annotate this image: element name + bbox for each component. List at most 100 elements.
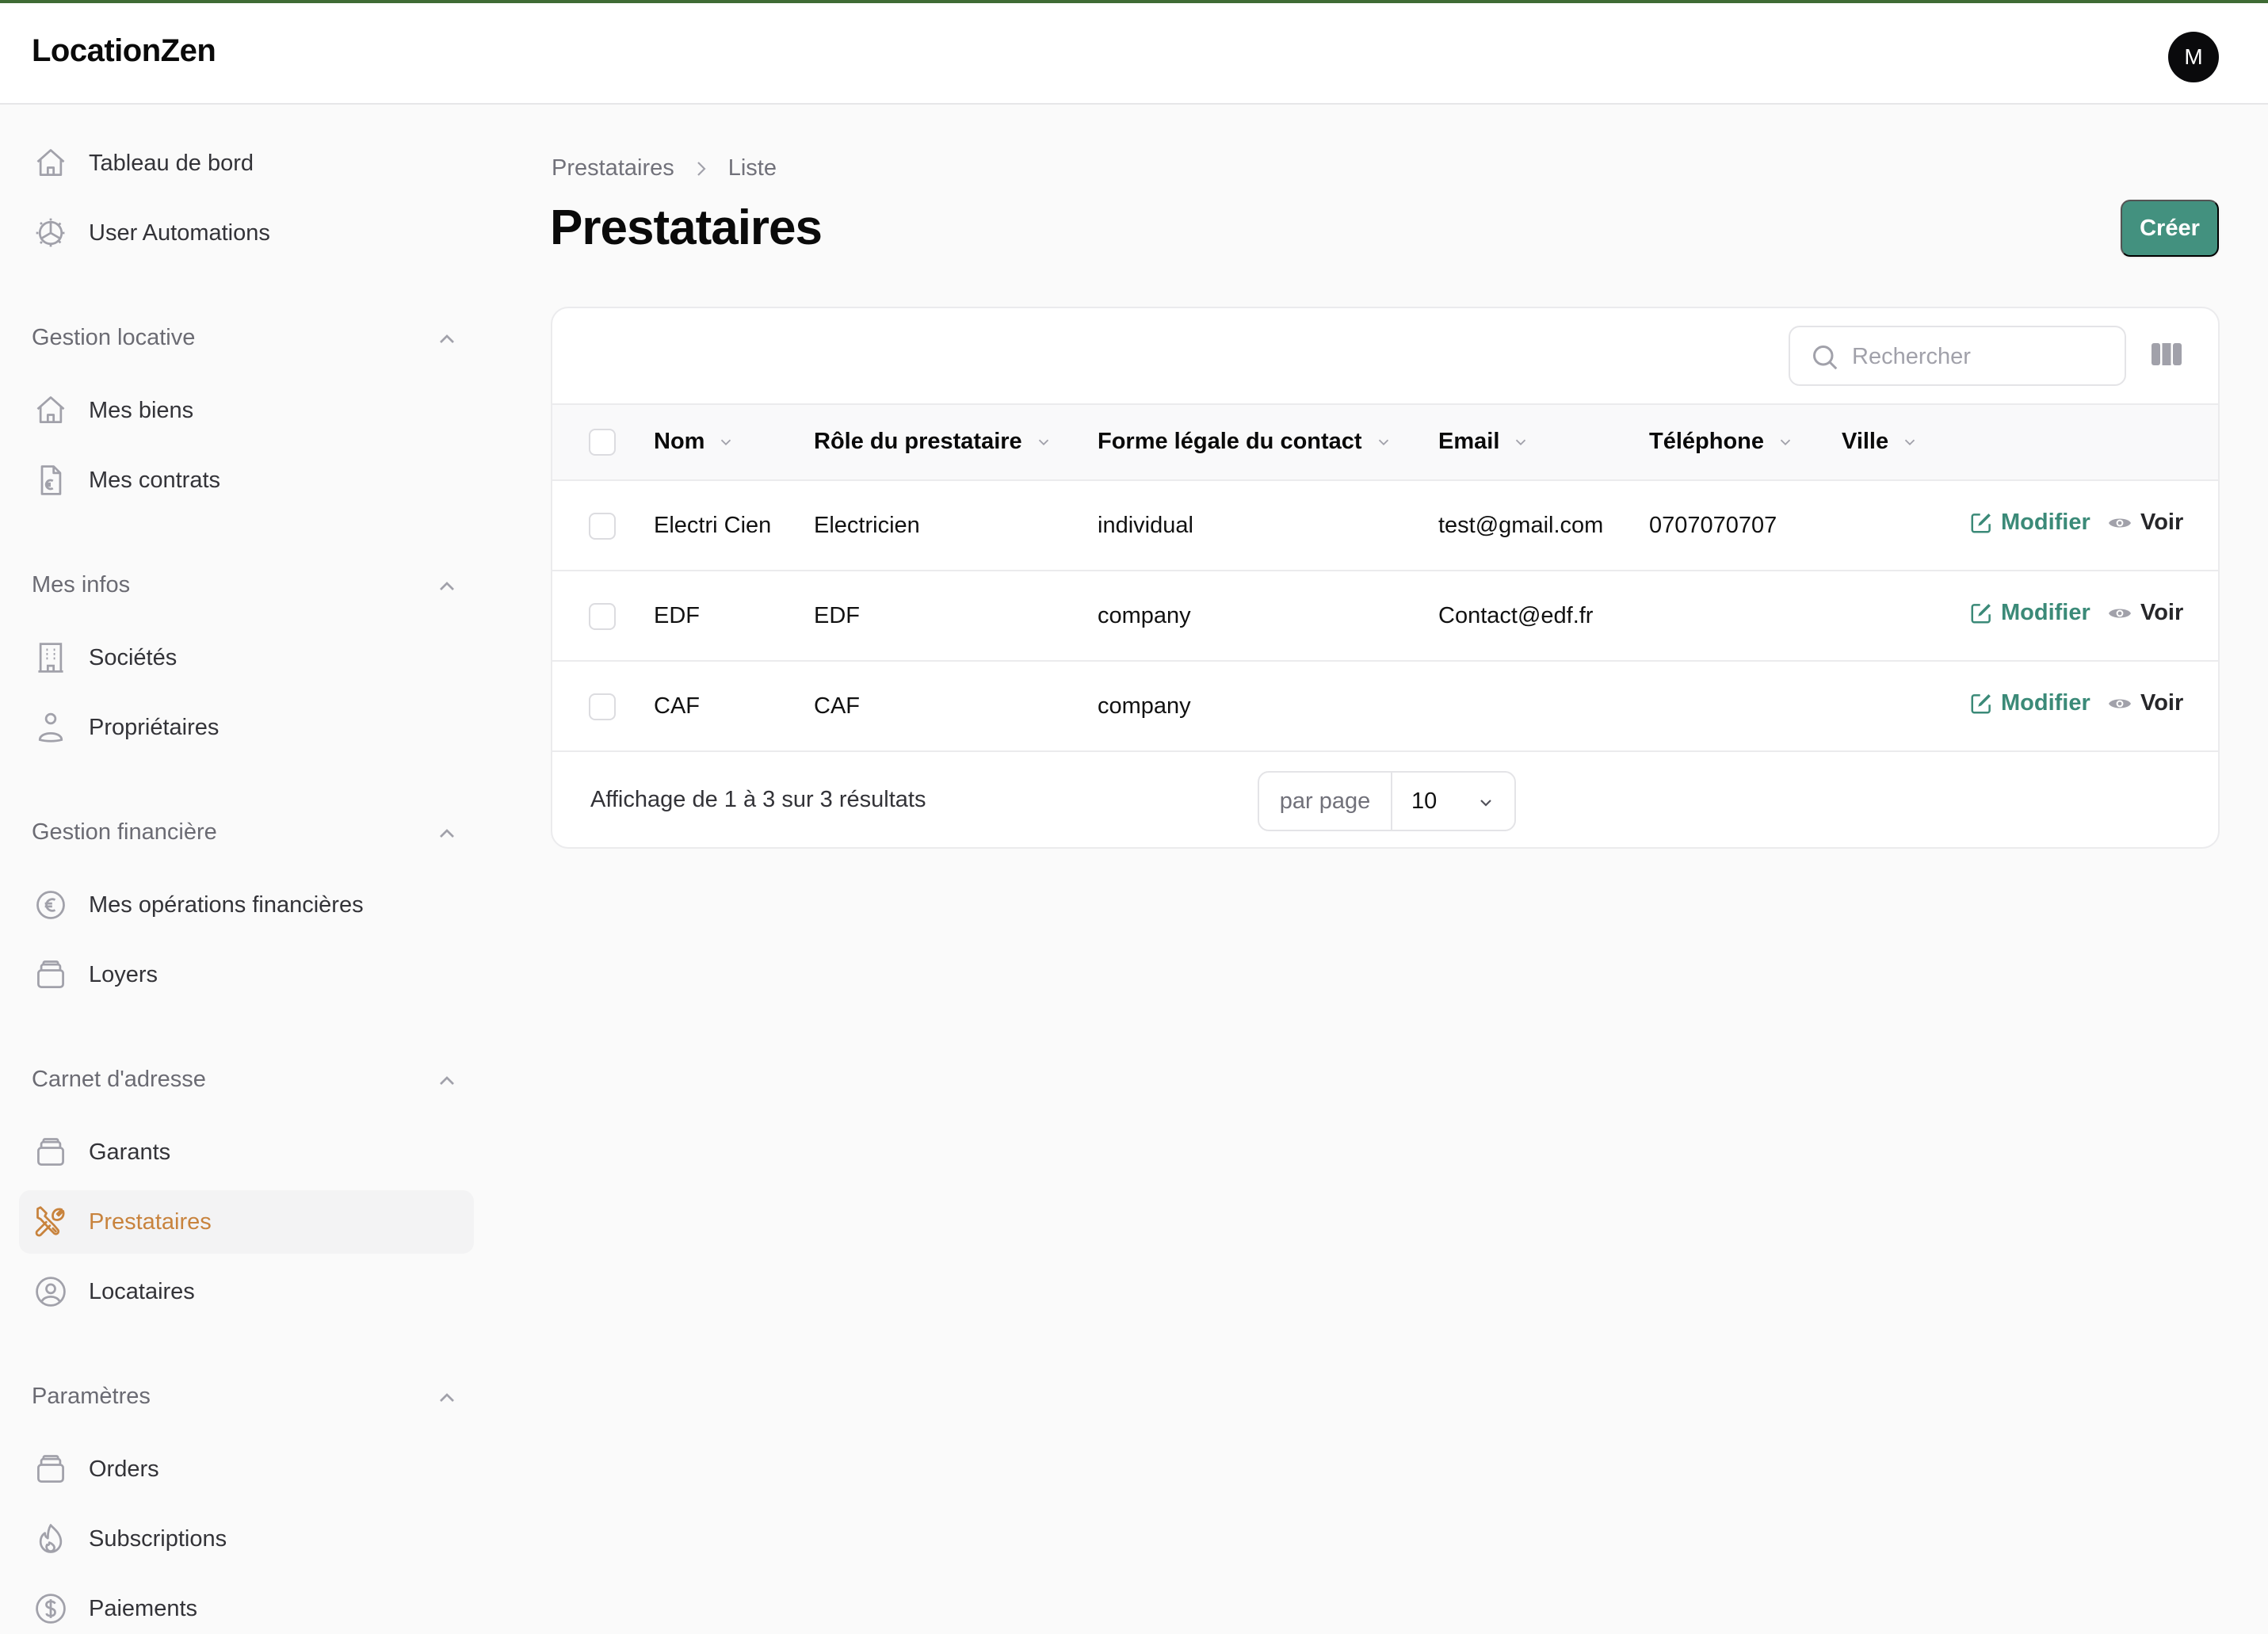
row-checkbox[interactable] [589,603,616,630]
breadcrumb-item-prestataires[interactable]: Prestataires [552,155,674,181]
sidebar-item-mes-operations-financieres[interactable]: Mes opérations financières [19,873,474,937]
chevron-up-icon[interactable] [434,1385,460,1411]
cell-telephone: 0707070707 [1649,513,1777,538]
row-checkbox[interactable] [589,513,616,540]
sidebar-item-label: Orders [89,1456,159,1482]
create-button[interactable]: Créer [2121,200,2219,257]
search-icon [1813,346,1838,370]
sidebar-item-label: Loyers [89,961,158,987]
table-header: Nom Rôle du prestataire Forme légale du … [552,403,2218,481]
sidebar-item-label: Prestataires [89,1208,212,1235]
brand-logo[interactable]: LocationZen [32,33,216,69]
prestataires-table-card: Nom Rôle du prestataire Forme légale du … [551,307,2220,849]
chevron-up-icon[interactable] [434,326,460,352]
group-title-parametres: Paramètres [32,1384,151,1409]
tools-icon [33,1205,68,1239]
sidebar-item-loyers[interactable]: Loyers [19,943,474,1006]
stack-icon [33,1452,68,1487]
dollar-circle-icon [33,1591,68,1626]
sidebar-item-prestataires[interactable]: Prestataires [19,1190,474,1254]
search-field[interactable] [1789,326,2126,386]
stack-icon [33,957,68,992]
per-page-label: par page [1259,773,1392,830]
per-page-control: par page 10 [1258,771,1516,831]
sidebar-item-paiements[interactable]: Paiements [19,1577,474,1634]
cell-forme: company [1098,603,1191,628]
column-header-email[interactable]: Email [1438,429,1529,455]
view-button[interactable]: Voir [2107,690,2183,716]
table-row: EDF EDF company Contact@edf.fr Modifier … [552,571,2218,662]
cell-nom: Electri Cien [654,513,772,538]
view-button[interactable]: Voir [2107,600,2183,626]
sidebar-item-label: Sociétés [89,644,178,670]
column-header-role[interactable]: Rôle du prestataire [814,429,1052,455]
building-icon [33,640,68,675]
chevron-down-icon [1904,439,1915,445]
sidebar-item-proprietaires[interactable]: Propriétaires [19,696,474,759]
sidebar-item-locataires[interactable]: Locataires [19,1260,474,1323]
column-header-ville[interactable]: Ville [1842,429,1919,455]
stack-icon [33,1135,68,1170]
euro-circle-icon [33,888,68,922]
chevron-right-icon [697,161,706,176]
edit-icon [1971,603,1991,623]
chevron-down-icon [1038,439,1048,445]
edit-button[interactable]: Modifier [1969,510,2090,536]
chevron-down-icon [1780,439,1791,445]
sidebar-item-label: User Automations [89,220,270,246]
sidebar-item-mes-biens[interactable]: Mes biens [19,379,474,442]
gear-icon [33,216,68,250]
column-header-telephone[interactable]: Téléphone [1649,429,1794,455]
eye-icon [2109,699,2131,708]
edit-button[interactable]: Modifier [1969,690,2090,716]
chevron-up-icon[interactable] [434,574,460,599]
pagination-summary: Affichage de 1 à 3 sur 3 résultats [590,787,926,812]
edit-button[interactable]: Modifier [1969,600,2090,626]
sidebar-item-societes[interactable]: Sociétés [19,626,474,689]
column-header-forme-legale[interactable]: Forme légale du contact [1098,429,1392,455]
chevron-up-icon[interactable] [434,821,460,846]
sidebar-item-label: Paiements [89,1595,198,1621]
cell-forme: company [1098,693,1191,719]
chevron-down-icon [1516,439,1526,445]
user-icon [33,710,68,745]
sidebar-item-garants[interactable]: Garants [19,1121,474,1184]
page-title: Prestataires [550,200,823,255]
group-title-gestion-financiere: Gestion financière [32,819,217,845]
sidebar-item-label: Locataires [89,1278,195,1304]
sidebar-item-user-automations[interactable]: User Automations [19,201,474,265]
user-circle-icon [33,1274,68,1309]
sidebar-item-tableau-de-bord[interactable]: Tableau de bord [19,132,474,195]
sidebar-item-label: Garants [89,1139,171,1165]
chevron-down-icon [721,439,731,445]
eye-icon [2109,609,2131,617]
fire-icon [33,1521,68,1556]
column-header-nom[interactable]: Nom [654,429,735,455]
per-page-value: 10 [1411,788,1438,814]
eye-icon [2109,518,2131,527]
per-page-select[interactable]: 10 [1392,773,1514,830]
chevron-up-icon[interactable] [434,1068,460,1094]
sidebar-item-label: Tableau de bord [89,150,254,176]
sidebar-item-label: Subscriptions [89,1525,227,1552]
cell-nom: CAF [654,693,700,719]
sidebar-item-mes-contrats[interactable]: Mes contrats [19,449,474,512]
columns-toggle-icon[interactable] [2152,342,2182,367]
sidebar-item-orders[interactable]: Orders [19,1437,474,1501]
group-title-mes-infos: Mes infos [32,572,131,597]
table-row: CAF CAF company Modifier Voir [552,662,2218,752]
row-checkbox[interactable] [589,693,616,720]
cell-role: CAF [814,693,860,719]
view-button[interactable]: Voir [2107,510,2183,536]
home-icon [33,146,68,181]
breadcrumb-item-liste: Liste [727,155,777,181]
sidebar-item-label: Mes contrats [89,467,220,493]
sidebar-item-label: Propriétaires [89,714,220,740]
select-all-checkbox[interactable] [589,429,616,456]
user-avatar[interactable]: M [2168,32,2219,82]
search-input[interactable] [1852,338,2113,375]
breadcrumb: Prestataires Liste [552,155,777,181]
chevron-down-icon [1480,800,1491,807]
sidebar-item-label: Mes biens [89,397,194,423]
sidebar-item-subscriptions[interactable]: Subscriptions [19,1507,474,1571]
